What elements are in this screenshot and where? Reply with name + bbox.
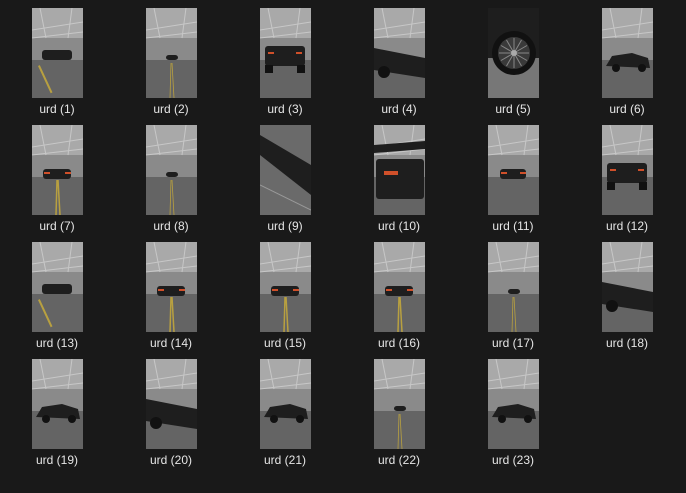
image-thumbnail[interactable] [488,359,539,449]
file-name-label: urd (5) [495,102,531,116]
file-item[interactable]: urd (21) [228,351,342,468]
file-item[interactable]: urd (19) [0,351,114,468]
image-thumbnail[interactable] [260,242,311,332]
file-name-label: urd (15) [263,336,307,350]
file-item[interactable]: urd (18) [570,234,684,351]
file-name-label: urd (18) [605,336,649,350]
file-item[interactable]: urd (1) [0,0,114,117]
image-thumbnail[interactable] [146,125,197,215]
file-grid: urd (1) urd (2) urd (3) urd (4) urd (5) … [0,0,686,493]
file-item[interactable]: urd (12) [570,117,684,234]
file-name-label: urd (16) [377,336,421,350]
file-item[interactable]: urd (16) [342,234,456,351]
file-name-label: urd (10) [377,219,421,233]
file-name-label: urd (1) [39,102,75,116]
file-item[interactable]: urd (8) [114,117,228,234]
image-thumbnail[interactable] [602,242,653,332]
image-thumbnail[interactable] [32,242,83,332]
image-thumbnail[interactable] [374,242,425,332]
image-thumbnail[interactable] [374,125,425,215]
image-thumbnail[interactable] [260,8,311,98]
file-name-label: urd (8) [153,219,189,233]
file-item[interactable]: urd (22) [342,351,456,468]
file-item[interactable]: urd (5) [456,0,570,117]
file-item[interactable]: urd (10) [342,117,456,234]
image-thumbnail[interactable] [32,359,83,449]
file-name-label: urd (23) [491,453,535,467]
file-name-label: urd (14) [149,336,193,350]
file-item[interactable]: urd (3) [228,0,342,117]
file-name-label: urd (17) [491,336,535,350]
image-thumbnail[interactable] [146,242,197,332]
image-thumbnail[interactable] [488,8,539,98]
file-name-label: urd (13) [35,336,79,350]
file-item[interactable]: urd (23) [456,351,570,468]
file-item[interactable]: urd (13) [0,234,114,351]
image-thumbnail[interactable] [32,8,83,98]
file-name-label: urd (12) [605,219,649,233]
file-name-label: urd (3) [267,102,303,116]
image-thumbnail[interactable] [260,125,311,215]
file-item[interactable]: urd (15) [228,234,342,351]
image-thumbnail[interactable] [146,8,197,98]
image-thumbnail[interactable] [602,125,653,215]
file-item[interactable]: urd (14) [114,234,228,351]
file-name-label: urd (9) [267,219,303,233]
file-name-label: urd (11) [492,219,534,233]
file-name-label: urd (22) [377,453,421,467]
image-thumbnail[interactable] [602,8,653,98]
file-name-label: urd (21) [263,453,307,467]
file-name-label: urd (4) [381,102,417,116]
file-item[interactable]: urd (20) [114,351,228,468]
image-thumbnail[interactable] [260,359,311,449]
file-item[interactable]: urd (6) [570,0,684,117]
image-thumbnail[interactable] [374,359,425,449]
file-name-label: urd (7) [39,219,75,233]
file-item[interactable]: urd (9) [228,117,342,234]
file-name-label: urd (2) [153,102,189,116]
file-item[interactable]: urd (11) [456,117,570,234]
image-thumbnail[interactable] [488,242,539,332]
file-name-label: urd (20) [149,453,193,467]
file-item[interactable]: urd (4) [342,0,456,117]
file-name-label: urd (19) [35,453,79,467]
image-thumbnail[interactable] [374,8,425,98]
image-thumbnail[interactable] [146,359,197,449]
image-thumbnail[interactable] [488,125,539,215]
file-item[interactable]: urd (7) [0,117,114,234]
image-thumbnail[interactable] [32,125,83,215]
file-item[interactable]: urd (17) [456,234,570,351]
file-name-label: urd (6) [609,102,645,116]
file-item[interactable]: urd (2) [114,0,228,117]
